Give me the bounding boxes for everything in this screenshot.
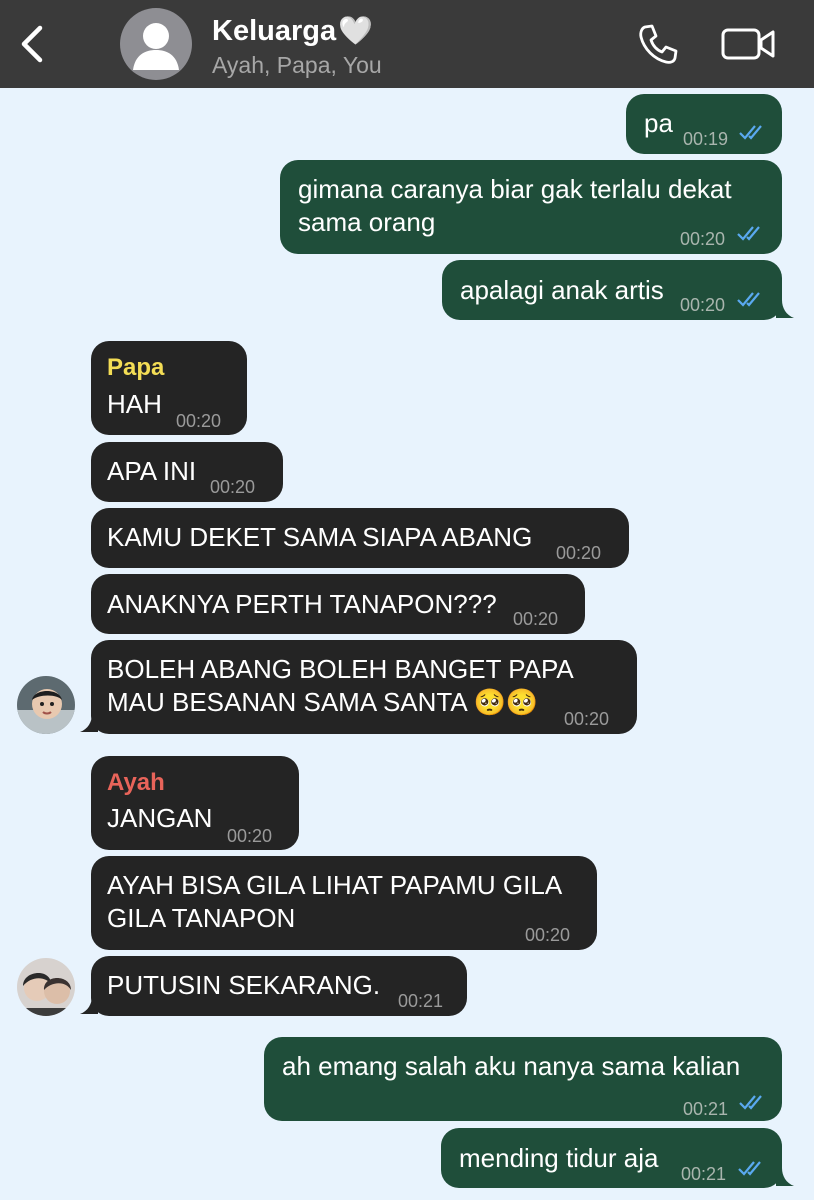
message-text: JANGAN xyxy=(107,803,213,833)
baby-photo-avatar-icon xyxy=(17,676,75,734)
message-text: apalagi anak artis xyxy=(460,275,664,305)
message-text-line: AYAH BISA GILA LIHAT PAPAMU GILA xyxy=(107,870,563,900)
read-receipt-icon xyxy=(738,1161,761,1176)
message-bubble-outgoing[interactable]: gimana caranya biar gak terlalu dekat sa… xyxy=(280,160,782,254)
message-text: mending tidur aja xyxy=(459,1143,659,1173)
message-bubble-incoming[interactable]: Papa HAH 00:20 xyxy=(91,341,247,435)
read-receipt-icon xyxy=(737,292,760,307)
message-time: 00:20 xyxy=(556,543,602,563)
message-text-line: BOLEH ABANG BOLEH BANGET PAPA xyxy=(107,654,574,684)
message-bubble-outgoing[interactable]: mending tidur aja 00:21 xyxy=(441,1128,782,1188)
message-time: 00:20 xyxy=(680,295,726,315)
back-chevron-icon[interactable] xyxy=(12,22,52,66)
message-text-line: gimana caranya biar gak terlalu dekat xyxy=(298,174,732,204)
message-text: pa xyxy=(644,108,673,138)
message-time: 00:21 xyxy=(398,991,444,1011)
bubble-tail xyxy=(776,300,794,318)
message-bubble-outgoing[interactable]: apalagi anak artis 00:20 xyxy=(442,260,782,320)
message-text: APA INI xyxy=(107,456,197,486)
message-text: HAH xyxy=(107,389,162,419)
message-bubble-incoming[interactable]: APA INI 00:20 xyxy=(91,442,283,502)
message-time: 00:20 xyxy=(564,709,610,729)
message-text: ah emang salah aku nanya sama kalian xyxy=(282,1051,741,1081)
read-receipt-icon xyxy=(737,226,760,241)
video-call-icon[interactable] xyxy=(720,24,776,64)
phone-call-icon[interactable] xyxy=(636,22,680,66)
couple-photo-avatar-icon xyxy=(17,958,75,1016)
group-avatar[interactable] xyxy=(120,8,192,80)
message-bubble-outgoing[interactable]: pa 00:19 xyxy=(626,94,782,154)
message-bubble-outgoing[interactable]: ah emang salah aku nanya sama kalian 00:… xyxy=(264,1037,782,1121)
message-text: PUTUSIN SEKARANG. xyxy=(107,970,381,1000)
papa-avatar[interactable] xyxy=(17,676,75,734)
bubble-tail xyxy=(80,996,98,1014)
message-bubble-incoming[interactable]: ANAKNYA PERTH TANAPON??? 00:20 xyxy=(91,574,585,634)
message-bubble-incoming[interactable]: AYAH BISA GILA LIHAT PAPAMU GILA GILA TA… xyxy=(91,856,597,950)
sender-name-papa: Papa xyxy=(107,354,165,381)
message-time: 00:21 xyxy=(681,1164,727,1184)
message-text: ANAKNYA PERTH TANAPON??? xyxy=(107,589,497,619)
chat-title[interactable]: Keluarga🤍 xyxy=(212,14,373,48)
message-time: 00:21 xyxy=(683,1099,729,1119)
message-time: 00:19 xyxy=(683,129,729,149)
ayah-avatar[interactable] xyxy=(17,958,75,1016)
message-bubble-incoming[interactable]: PUTUSIN SEKARANG. 00:21 xyxy=(91,956,467,1016)
message-time: 00:20 xyxy=(176,411,222,431)
read-receipt-icon xyxy=(739,125,762,140)
message-text-line: sama orang xyxy=(298,207,436,237)
message-time: 00:20 xyxy=(525,925,571,945)
message-time: 00:20 xyxy=(680,229,726,249)
white-heart-emoji: 🤍 xyxy=(338,15,373,46)
read-receipt-icon xyxy=(739,1095,762,1110)
message-bubble-incoming[interactable]: BOLEH ABANG BOLEH BANGET PAPA MAU BESANA… xyxy=(91,640,637,734)
message-time: 00:20 xyxy=(513,609,559,629)
bubble-tail xyxy=(80,714,98,732)
message-time: 00:20 xyxy=(227,826,273,846)
message-bubble-incoming[interactable]: KAMU DEKET SAMA SIAPA ABANG 00:20 xyxy=(91,508,629,568)
message-bubble-incoming[interactable]: Ayah JANGAN 00:20 xyxy=(91,756,299,850)
chat-header: Keluarga🤍 Ayah, Papa, You xyxy=(0,0,814,88)
message-text-line: MAU BESANAN SAMA SANTA 🥺🥺 xyxy=(107,687,539,717)
bubble-tail xyxy=(776,1168,794,1186)
person-placeholder-icon xyxy=(133,23,179,70)
message-text-line: GILA TANAPON xyxy=(107,903,296,933)
message-text: KAMU DEKET SAMA SIAPA ABANG xyxy=(107,522,533,552)
chat-members: Ayah, Papa, You xyxy=(212,52,382,78)
chat-title-text: Keluarga xyxy=(212,15,337,47)
message-time: 00:20 xyxy=(210,477,256,497)
sender-name-ayah: Ayah xyxy=(107,769,165,796)
